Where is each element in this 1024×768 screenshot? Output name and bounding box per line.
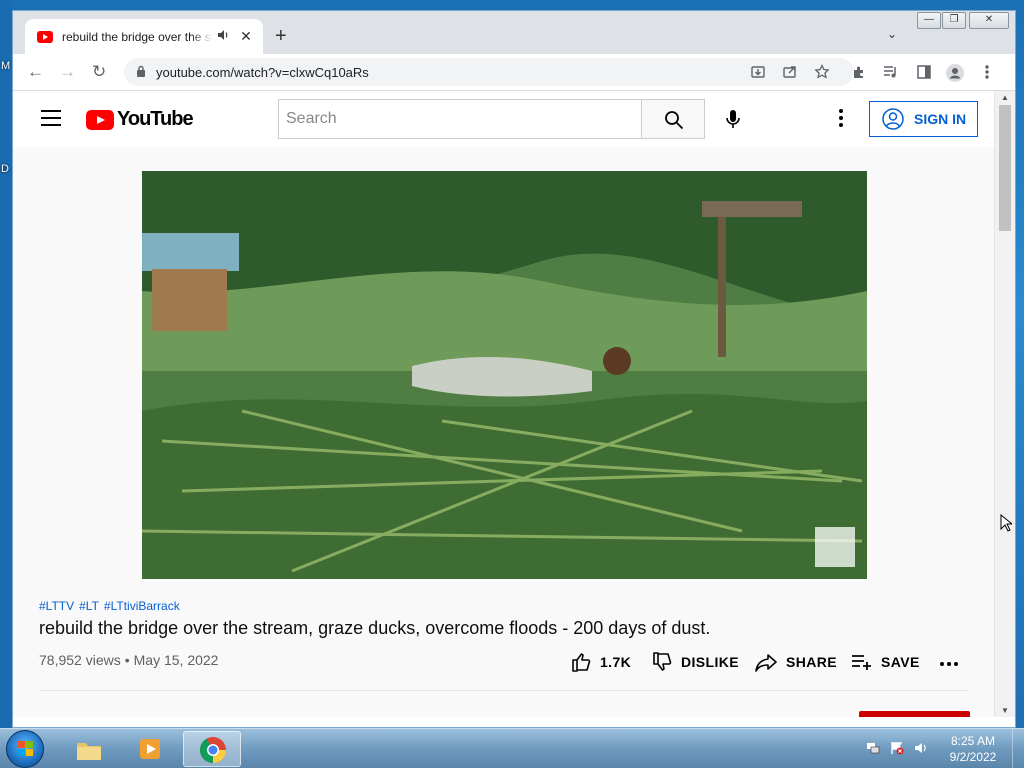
share-button[interactable]: SHARE (754, 651, 837, 673)
search-icon (665, 111, 684, 130)
system-tray (866, 741, 928, 758)
video-title: rebuild the bridge over the stream, graz… (39, 618, 711, 638)
menu-hamburger-icon[interactable] (41, 110, 61, 126)
channel-watermark[interactable] (815, 527, 855, 567)
address-bar[interactable]: youtube.com/watch?v=clxwCq10aRs (124, 58, 854, 86)
hashtag-list: #LTTV #LT #LTtiviBarrack (39, 599, 180, 613)
search-input[interactable] (278, 99, 642, 139)
profile-avatar-icon[interactable] (946, 64, 964, 85)
media-control-icon[interactable] (883, 64, 899, 83)
youtube-logo[interactable]: YouTube (86, 108, 194, 131)
video-player[interactable] (142, 171, 867, 579)
save-label: SAVE (881, 654, 920, 670)
action-center-flag-icon[interactable] (890, 741, 904, 758)
microphone-icon (726, 110, 740, 128)
taskbar-file-explorer[interactable] (60, 731, 118, 767)
playlist-add-icon (852, 655, 871, 670)
scroll-up-arrow-icon[interactable]: ▲ (1001, 93, 1009, 102)
lock-icon[interactable] (136, 65, 146, 80)
volume-icon[interactable] (914, 741, 928, 758)
settings-more-icon[interactable] (839, 109, 843, 130)
desktop-icon-label: D (1, 163, 9, 175)
publish-date: May 15, 2022 (133, 652, 219, 668)
thumbs-down-icon (653, 652, 672, 671)
save-button[interactable]: SAVE (851, 651, 920, 673)
tab-strip: rebuild the bridge over the stream, graz… (13, 11, 1015, 54)
extensions-icon[interactable] (851, 64, 867, 83)
youtube-play-icon (86, 109, 114, 130)
back-button[interactable]: ← (27, 62, 44, 82)
thumbs-up-icon (572, 653, 591, 672)
youtube-favicon-icon (37, 30, 53, 43)
desktop-edge: M D (0, 0, 12, 728)
youtube-header: YouTube SIGN IN (13, 91, 996, 147)
sign-in-label: SIGN IN (914, 111, 967, 127)
taskbar-chrome[interactable] (183, 731, 241, 767)
browser-tab[interactable]: rebuild the bridge over the stream, graz… (25, 19, 263, 54)
start-button[interactable] (6, 730, 44, 768)
subscribe-button[interactable] (859, 711, 970, 717)
browser-toolbar: ← → ↻ youtube.com/watch?v=clxwCq10aRs (13, 54, 1015, 91)
sign-in-button[interactable]: SIGN IN (869, 101, 978, 137)
windows-taskbar: 8:25 AM 9/2/2022 (0, 728, 1024, 768)
view-count: 78,952 views (39, 652, 121, 668)
windows-logo-icon (18, 741, 34, 761)
hashtag-link[interactable]: #LTtiviBarrack (104, 599, 180, 613)
dislike-label: DISLIKE (681, 654, 740, 670)
section-divider (39, 690, 969, 691)
like-button[interactable]: 1.7K (570, 651, 631, 673)
bookmark-star-icon[interactable] (814, 63, 830, 83)
hashtag-link[interactable]: #LTTV (39, 599, 74, 613)
tab-title: rebuild the bridge over the stream, graz… (62, 29, 214, 44)
close-window-button[interactable]: ✕ (969, 12, 1009, 29)
more-actions-icon[interactable] (940, 662, 958, 666)
voice-search-button[interactable] (716, 102, 750, 136)
maximize-button[interactable]: ❐ (942, 12, 966, 29)
video-meta: 78,952 views • May 15, 2022 (39, 652, 218, 668)
video-frame-image (142, 171, 867, 579)
url-text[interactable]: youtube.com/watch?v=clxwCq10aRs (156, 65, 369, 80)
scroll-thumb[interactable] (999, 105, 1011, 231)
account-icon (882, 108, 904, 130)
chrome-icon (199, 737, 227, 764)
clock-time: 8:25 AM (950, 734, 996, 748)
mouse-cursor-icon (1000, 514, 1012, 532)
speaker-icon[interactable] (217, 29, 231, 44)
youtube-logo-text: YouTube (117, 108, 194, 130)
taskbar-media-player[interactable] (121, 731, 179, 767)
show-desktop-button[interactable] (1012, 729, 1024, 768)
taskbar-clock[interactable]: 8:25 AM 9/2/2022 (936, 733, 1010, 765)
network-icon[interactable] (866, 741, 880, 758)
side-panel-icon[interactable] (916, 64, 932, 83)
reload-button[interactable]: ↻ (92, 62, 106, 82)
browser-menu-icon[interactable] (985, 64, 989, 83)
minimize-button[interactable]: — (917, 12, 941, 29)
hashtag-link[interactable]: #LT (79, 599, 99, 613)
install-app-icon[interactable] (750, 64, 766, 83)
folder-icon (77, 743, 101, 760)
clock-date: 9/2/2022 (949, 750, 997, 764)
media-player-icon (140, 739, 160, 759)
search-button[interactable] (641, 99, 705, 139)
share-arrow-icon (755, 654, 777, 672)
desktop-icon-label: M (1, 60, 11, 72)
share-label: SHARE (786, 654, 838, 670)
like-count: 1.7K (600, 654, 632, 670)
tab-search-button[interactable]: ⌄ (887, 27, 897, 41)
meta-separator: • (124, 652, 130, 668)
tab-close-button[interactable]: ✕ (239, 28, 253, 45)
forward-button[interactable]: → (59, 62, 76, 82)
browser-window: rebuild the bridge over the stream, graz… (12, 10, 1016, 728)
dislike-button[interactable]: DISLIKE (651, 651, 739, 673)
new-tab-button[interactable]: + (275, 25, 287, 47)
share-icon[interactable] (782, 64, 798, 83)
page-scrollbar[interactable]: ▲ ▼ (994, 91, 1015, 717)
scroll-down-arrow-icon[interactable]: ▼ (1001, 706, 1009, 715)
page-viewport: YouTube SIGN IN (13, 91, 996, 717)
